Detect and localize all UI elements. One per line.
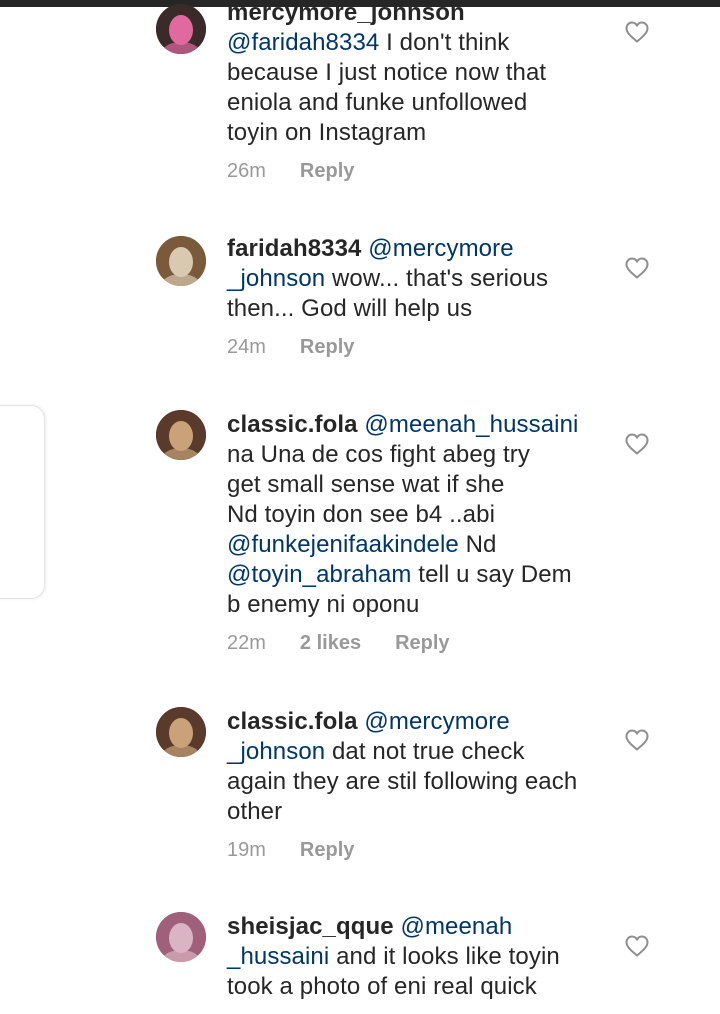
comment-body: mercymore_johnson @faridah8334 I don't th… [227, 0, 612, 184]
comment-username[interactable]: faridah8334 [227, 235, 362, 262]
mention-link[interactable]: @funkejenifaakindele [227, 531, 459, 558]
comment-timestamp: 19m [227, 839, 266, 861]
comment-line: toyin on Instagram [227, 119, 427, 146]
comment-line: again they are stil following each [227, 768, 578, 795]
avatar[interactable] [156, 912, 206, 962]
comment-text: classic.fola @mercymore _johnson dat not … [227, 707, 612, 827]
comment-line: I don't think [379, 29, 510, 56]
comment-meta: 26m Reply [227, 158, 612, 184]
comment-body: classic.fola @meenah_hussainina Una de c… [227, 410, 612, 656]
comment-body: faridah8334 @mercymore _johnson wow... th… [227, 234, 612, 360]
comment-timestamp: 26m [227, 160, 266, 182]
comment-body: sheisjac_qque @meenah _hussaini and it lo… [227, 912, 612, 1002]
mention-link[interactable]: @meenah_hussaini [358, 411, 579, 438]
comment-meta: 19m Reply [227, 837, 612, 863]
comment-line: wow... that's serious [325, 265, 549, 292]
reply-button[interactable]: Reply [300, 837, 354, 863]
mention-link[interactable]: _johnson [227, 265, 325, 292]
comment-text: sheisjac_qque @meenah _hussaini and it lo… [227, 912, 612, 1002]
like-heart-icon[interactable] [624, 432, 650, 456]
comment-text: faridah8334 @mercymore _johnson wow... th… [227, 234, 612, 324]
avatar[interactable] [156, 707, 206, 757]
comment-line: b enemy ni oponu [227, 591, 420, 618]
like-heart-icon[interactable] [624, 934, 650, 958]
comment-line: na Una de cos fight abeg try [227, 441, 530, 468]
comment-timestamp: 22m [227, 632, 266, 654]
comment-text: classic.fola @meenah_hussainina Una de c… [227, 410, 612, 620]
mention-link[interactable]: @toyin_abraham [227, 561, 412, 588]
comment-line: then... God will help us [227, 295, 473, 322]
comment-timestamp: 24m [227, 336, 266, 358]
mention-link[interactable]: @faridah8334 [227, 29, 379, 56]
comment-username[interactable]: sheisjac_qque [227, 913, 394, 940]
mention-link[interactable]: _hussaini [227, 943, 329, 970]
avatar[interactable] [156, 236, 206, 286]
comment-line: because I just notice now that [227, 59, 547, 86]
comment-line: get small sense wat if she [227, 471, 505, 498]
comment-meta: 22m 2 likes Reply [227, 630, 612, 656]
comment-username[interactable]: classic.fola [227, 411, 358, 438]
mention-link[interactable]: _johnson [227, 738, 325, 765]
reply-button[interactable]: Reply [300, 158, 354, 184]
comment-username[interactable]: mercymore_johnson [227, 0, 465, 26]
mention-link[interactable]: @mercymore [362, 235, 514, 262]
comment-line: Nd [458, 531, 497, 558]
reply-button[interactable]: Reply [395, 630, 449, 656]
side-panel-edge [0, 405, 45, 599]
like-heart-icon[interactable] [624, 20, 650, 44]
comment-line: Nd toyin don see b4 ..abi [227, 501, 496, 528]
comment-line: took a photo of eni real quick [227, 973, 537, 1000]
mention-link[interactable]: @mercymore [358, 708, 510, 735]
comment-meta: 24m Reply [227, 334, 612, 360]
comment-line: other [227, 798, 283, 825]
like-heart-icon[interactable] [624, 256, 650, 280]
avatar[interactable] [156, 4, 206, 54]
comment-text: mercymore_johnson @faridah8334 I don't th… [227, 0, 612, 148]
reply-button[interactable]: Reply [300, 334, 354, 360]
comment-line: and it looks like toyin [329, 943, 560, 970]
mention-link[interactable]: @meenah [394, 913, 513, 940]
like-heart-icon[interactable] [624, 728, 650, 752]
comment-line: eniola and funke unfollowed [227, 89, 528, 116]
comment-body: classic.fola @mercymore _johnson dat not … [227, 707, 612, 863]
likes-count-link[interactable]: 2 likes [300, 630, 361, 656]
comment-username[interactable]: classic.fola [227, 708, 358, 735]
comment-line: tell u say Dem [411, 561, 572, 588]
comment-line: dat not true check [325, 738, 525, 765]
avatar[interactable] [156, 410, 206, 460]
